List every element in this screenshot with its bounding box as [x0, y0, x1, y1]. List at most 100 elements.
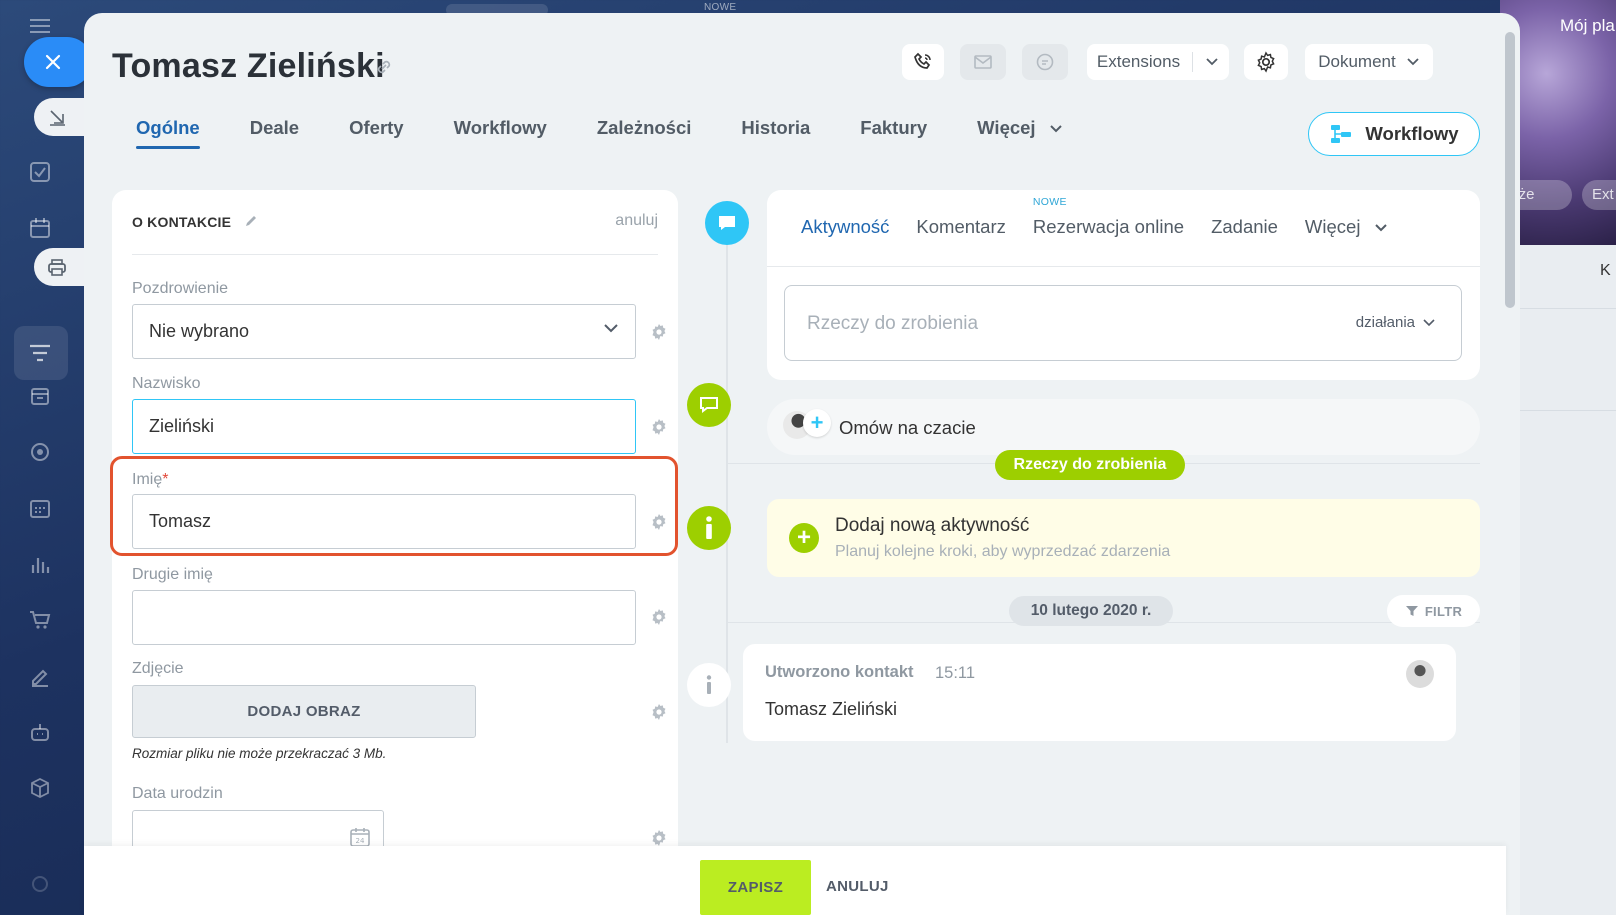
page-title: Tomasz Zieliński: [112, 47, 385, 85]
minimize-slider-button[interactable]: [34, 98, 88, 136]
workflow-icon: [1331, 125, 1352, 143]
field-settings-gear-icon[interactable]: [650, 513, 668, 531]
robot-icon[interactable]: [26, 718, 54, 746]
printer-icon: [48, 259, 66, 276]
print-button[interactable]: [34, 248, 88, 286]
middle-name-input[interactable]: [132, 590, 636, 645]
section-title: O KONTAKCIE: [132, 214, 232, 230]
chevron-down-icon: [1374, 224, 1387, 232]
name-input[interactable]: Tomasz: [132, 494, 636, 549]
field-settings-gear-icon[interactable]: [650, 703, 668, 721]
document-label: Dokument: [1318, 52, 1396, 71]
field-settings-gear-icon[interactable]: [650, 418, 668, 436]
call-button[interactable]: [902, 44, 944, 80]
calendar-day-text: 24: [356, 837, 365, 845]
background-letter: K: [1600, 262, 1611, 279]
calendar-icon[interactable]: [26, 214, 54, 242]
extensions-dropdown[interactable]: Extensions: [1087, 44, 1229, 80]
discuss-in-chat-text: Omów na czacie: [839, 417, 976, 438]
analytics-icon[interactable]: [26, 550, 54, 578]
discuss-in-chat-row[interactable]: + Omów na czacie: [767, 399, 1480, 455]
phone-icon: [914, 52, 931, 69]
settings-button[interactable]: [1244, 44, 1288, 80]
filter-button[interactable]: FILTR: [1387, 595, 1480, 627]
tab-offers[interactable]: Oferty: [349, 117, 404, 149]
chevron-down-icon: [1050, 125, 1062, 133]
activity-editor-card: Aktywność Komentarz NOWE Rezerwacja onli…: [767, 190, 1480, 380]
field-settings-gear-icon[interactable]: [650, 608, 668, 626]
cancel-button[interactable]: ANULUJ: [826, 878, 889, 895]
tab-dependencies[interactable]: Zależności: [597, 117, 692, 149]
timeline-history-info-icon: [687, 663, 731, 707]
extensions-label: Extensions: [1096, 52, 1181, 71]
chat-bubble-icon: [1036, 53, 1054, 71]
section-cancel-link[interactable]: anuluj: [615, 212, 658, 230]
field-settings-gear-icon[interactable]: [650, 323, 668, 341]
chevron-down-icon: [1423, 318, 1435, 326]
surname-label: Nazwisko: [132, 375, 201, 392]
field-settings-gear-icon[interactable]: [650, 829, 668, 847]
new-badge: NOWE: [1032, 196, 1067, 208]
actions-dropdown[interactable]: działania: [1356, 314, 1435, 331]
chevron-down-icon: [604, 324, 618, 333]
hamburger-menu-icon[interactable]: [26, 12, 54, 40]
box-icon[interactable]: [26, 774, 54, 802]
pencil-icon[interactable]: [244, 214, 258, 233]
tab-more-label: Więcej: [977, 117, 1036, 138]
name-label: Imię*: [132, 471, 168, 489]
sign-icon[interactable]: [26, 662, 54, 690]
activity-tab-comment[interactable]: Komentarz: [916, 216, 1005, 238]
activity-tab-more[interactable]: Więcej: [1305, 216, 1388, 238]
actions-label: działania: [1355, 314, 1415, 331]
contact-slider: Tomasz Zieliński Extensions Dokument Ogó…: [84, 13, 1520, 915]
activity-tab-activity[interactable]: Aktywność: [801, 216, 889, 238]
surname-input[interactable]: Zieliński: [132, 399, 636, 454]
save-button[interactable]: ZAPISZ: [700, 860, 811, 915]
crm-filter-icon[interactable]: [26, 339, 54, 367]
tab-more[interactable]: Więcej: [977, 117, 1063, 149]
todo-input[interactable]: Rzeczy do zrobienia działania: [784, 285, 1462, 361]
gear-icon: [1257, 51, 1275, 73]
store-icon[interactable]: [26, 382, 54, 410]
photo-label: Zdjęcie: [132, 660, 184, 677]
email-button[interactable]: [960, 44, 1006, 80]
history-time: 15:11: [935, 664, 976, 682]
left-rail: [0, 0, 84, 915]
tab-invoices[interactable]: Faktury: [860, 117, 927, 149]
timeline-line: [726, 223, 728, 743]
cart-icon[interactable]: [26, 606, 54, 634]
add-activity-title: Dodaj nową aktywność: [835, 515, 1030, 536]
schedule-icon[interactable]: [26, 494, 54, 522]
activity-tab-more-label: Więcej: [1304, 216, 1361, 237]
add-image-button[interactable]: DODAJ OBRAZ: [132, 685, 476, 738]
birthdate-label: Data urodzin: [132, 785, 223, 802]
middle-name-label: Drugie imię: [132, 566, 213, 583]
contact-details-card: O KONTAKCIE anuluj Pozdrowienie Nie wybr…: [112, 190, 678, 915]
scrollbar[interactable]: [1505, 32, 1515, 308]
workflow-button[interactable]: Workflowy: [1308, 112, 1480, 156]
history-contact-name[interactable]: Tomasz Zieliński: [765, 699, 897, 720]
tab-general[interactable]: Ogólne: [136, 117, 200, 149]
tab-history[interactable]: Historia: [741, 117, 810, 149]
tasks-icon[interactable]: [26, 158, 54, 186]
tab-deals[interactable]: Deale: [250, 117, 299, 149]
background-pill-b: Ext: [1582, 180, 1616, 210]
history-title: Utworzono kontakt: [765, 663, 914, 681]
todo-placeholder: Rzeczy do zrobienia: [807, 313, 979, 334]
add-activity-card[interactable]: + Dodaj nową aktywność Planuj kolejne kr…: [767, 499, 1480, 577]
add-plus-icon[interactable]: +: [789, 523, 819, 553]
greeting-label: Pozdrowienie: [132, 280, 229, 297]
activity-tab-task[interactable]: Zadanie: [1211, 216, 1278, 238]
close-icon: [45, 54, 61, 70]
activity-tab-booking[interactable]: NOWE Rezerwacja online: [1033, 196, 1184, 238]
greeting-select[interactable]: Nie wybrano: [132, 304, 636, 359]
message-button[interactable]: [1022, 44, 1068, 80]
target-icon[interactable]: [26, 438, 54, 466]
tab-workflows[interactable]: Workflowy: [454, 117, 547, 149]
document-dropdown[interactable]: Dokument: [1305, 44, 1433, 80]
settings-rail-icon[interactable]: [26, 870, 54, 898]
main-tabs: Ogólne Deale Oferty Workflowy Zależności…: [136, 117, 1113, 149]
link-icon[interactable]: [374, 57, 394, 82]
close-slider-button[interactable]: [24, 37, 92, 87]
add-participant-plus-icon[interactable]: +: [803, 409, 831, 437]
